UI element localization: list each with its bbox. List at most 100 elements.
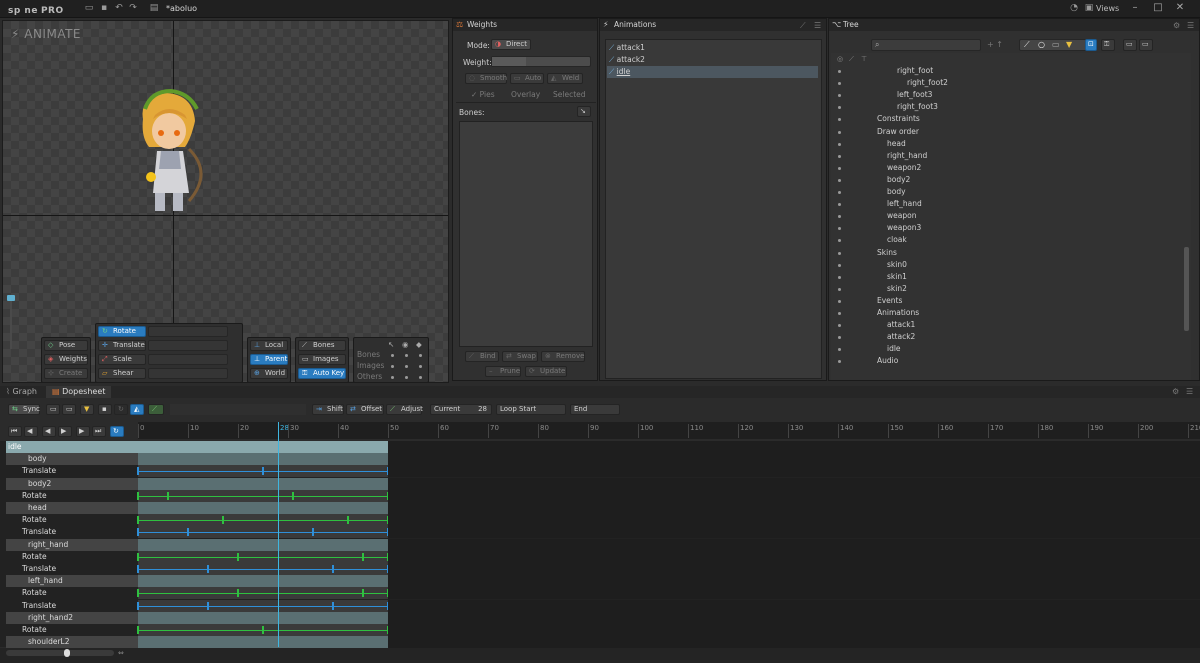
scale-value[interactable] [148, 354, 228, 365]
adjust-button[interactable]: ⟋ Adjust [386, 404, 423, 415]
weight-slider[interactable] [491, 56, 591, 67]
timeline-empty-area[interactable] [388, 550, 1200, 563]
visibility-dot[interactable] [838, 154, 841, 158]
tree-item[interactable]: attack1 [831, 319, 1181, 331]
visibility-dot[interactable] [838, 251, 841, 255]
timeline-empty-area[interactable] [388, 489, 1200, 502]
tree-item[interactable]: left_hand [831, 198, 1181, 210]
paste-icon[interactable]: ▭ [62, 404, 76, 415]
tree-item[interactable]: cloak [831, 234, 1181, 246]
keys-icon[interactable]: ◭ [130, 404, 144, 415]
visibility-dot[interactable] [838, 312, 841, 315]
tree-item[interactable]: skin1 [831, 271, 1181, 283]
minimize-icon[interactable]: – [1128, 2, 1142, 14]
keyframe[interactable] [332, 601, 334, 610]
tree-item[interactable]: weapon3 [831, 222, 1181, 234]
timeline-track[interactable] [138, 636, 388, 649]
filter-icon[interactable]: ▼ [80, 404, 94, 415]
attachment-filter-icon[interactable]: ▭ [1052, 40, 1060, 49]
vis-dot[interactable] [405, 365, 408, 368]
current-frame-field[interactable]: Current 28 [430, 404, 492, 415]
next-frame-icon[interactable]: ▶ [76, 426, 90, 437]
tree-add-icon[interactable]: + ↑ [987, 40, 1003, 49]
prev-frame-icon[interactable]: ◀ [24, 426, 38, 437]
vis-dot[interactable] [405, 376, 408, 379]
keyframe[interactable] [137, 528, 139, 537]
tree-sync-icon[interactable]: ⊡ [1085, 39, 1097, 51]
timeline-track[interactable] [137, 489, 389, 502]
visibility-dot[interactable] [838, 348, 841, 352]
last-frame-icon[interactable]: ⏭ [92, 426, 106, 437]
overlay-toggle[interactable]: Overlay [511, 90, 540, 99]
tree-collapse-icon[interactable]: ▭ [1123, 39, 1137, 51]
timeline-empty-area[interactable] [388, 636, 1200, 649]
spine-logo[interactable]: sp ne PRO [5, 2, 64, 16]
timeline-empty-area[interactable] [388, 465, 1200, 478]
shift-button[interactable]: ⇥ Shift [312, 404, 344, 415]
visibility-dot[interactable] [838, 70, 841, 73]
visibility-dot[interactable] [838, 82, 841, 86]
timeline-empty-area[interactable] [388, 599, 1200, 612]
timeline-label[interactable]: Rotate [6, 490, 138, 502]
timeline-empty-area[interactable] [388, 502, 1200, 514]
timeline-track[interactable] [137, 624, 389, 636]
timeline-track[interactable] [138, 453, 388, 466]
keyframe[interactable] [207, 565, 209, 573]
views-menu[interactable]: Views [1096, 4, 1119, 13]
visibility-dot[interactable] [838, 336, 841, 340]
keyframe[interactable] [137, 516, 139, 525]
bone-row-label[interactable]: body2 [6, 477, 138, 490]
keyframe[interactable] [137, 626, 139, 634]
close-icon[interactable]: ✕ [1173, 2, 1187, 14]
bones-options-icon[interactable]: ↘ [577, 106, 591, 117]
print-icon[interactable]: ▤ [149, 4, 159, 13]
keyframe[interactable] [137, 552, 139, 561]
keyframe[interactable] [167, 491, 169, 500]
timeline-track[interactable] [138, 575, 388, 588]
curve-icon[interactable]: ⟋ [148, 404, 164, 415]
bone-row-label[interactable]: right_hand [6, 538, 138, 551]
timeline-track[interactable] [137, 587, 389, 600]
visibility-dot[interactable] [838, 94, 841, 98]
timeline-empty-area[interactable] [388, 441, 1200, 453]
keyframe[interactable] [187, 528, 189, 537]
vis-dot[interactable] [419, 376, 422, 379]
shear-value[interactable] [148, 368, 228, 379]
tree-item[interactable]: right_foot2 [831, 77, 1181, 89]
bone-row-label[interactable]: idle [6, 441, 138, 453]
visibility-dot[interactable] [838, 360, 841, 364]
create-button[interactable]: ⊹ Create [44, 368, 88, 379]
tree-item[interactable]: Constraints [831, 113, 1181, 125]
bones-button[interactable]: ⟋ Bones [298, 340, 346, 351]
tree-item[interactable]: Audio [831, 355, 1181, 367]
tree-item[interactable]: skin0 [831, 259, 1181, 271]
timeline-zoom-slider[interactable] [6, 649, 114, 657]
keyframe[interactable] [137, 601, 139, 610]
timeline-track[interactable] [137, 550, 389, 563]
keyframe[interactable] [207, 601, 209, 610]
animation-item-selected[interactable]: ⟋ idle [607, 66, 818, 78]
visibility-dot[interactable] [838, 191, 841, 194]
visibility-dot[interactable] [838, 324, 841, 328]
timeline-empty-area[interactable] [388, 526, 1200, 539]
tree-search-input[interactable]: ⌕ [871, 39, 981, 51]
weights-button[interactable]: ◈ Weights [44, 354, 88, 365]
tree-menu-icon[interactable]: ☰ [1187, 21, 1194, 30]
keyframe[interactable] [292, 491, 294, 500]
auto-key-button[interactable]: ⚿ Auto Key [298, 368, 346, 379]
scale-button[interactable]: ⤢ Scale [98, 354, 146, 365]
offset-button[interactable]: ⇄ Offset [346, 404, 384, 415]
timeline-track[interactable] [138, 611, 388, 624]
play-icon[interactable]: ▶ [58, 426, 72, 437]
parent-button[interactable]: ⊥ Parent [250, 354, 288, 365]
world-button[interactable]: ⊕ World [250, 368, 288, 379]
maximize-icon[interactable]: □ [1151, 2, 1165, 14]
tree-item[interactable]: Events [831, 295, 1181, 307]
viewport[interactable]: ⚡ ANIMATE ◇ Pose ◈ Weights ⊹ Create ↻ Rotate… [2, 20, 449, 383]
timeline-track[interactable] [137, 563, 389, 575]
bone-row-label[interactable]: body [6, 453, 138, 466]
bone-row-label[interactable]: left_hand [6, 575, 138, 588]
tree-item[interactable]: attack2 [831, 331, 1181, 343]
lock-icon[interactable]: ▪ [98, 404, 112, 415]
swap-button[interactable]: ⇄ Swap [502, 351, 538, 362]
